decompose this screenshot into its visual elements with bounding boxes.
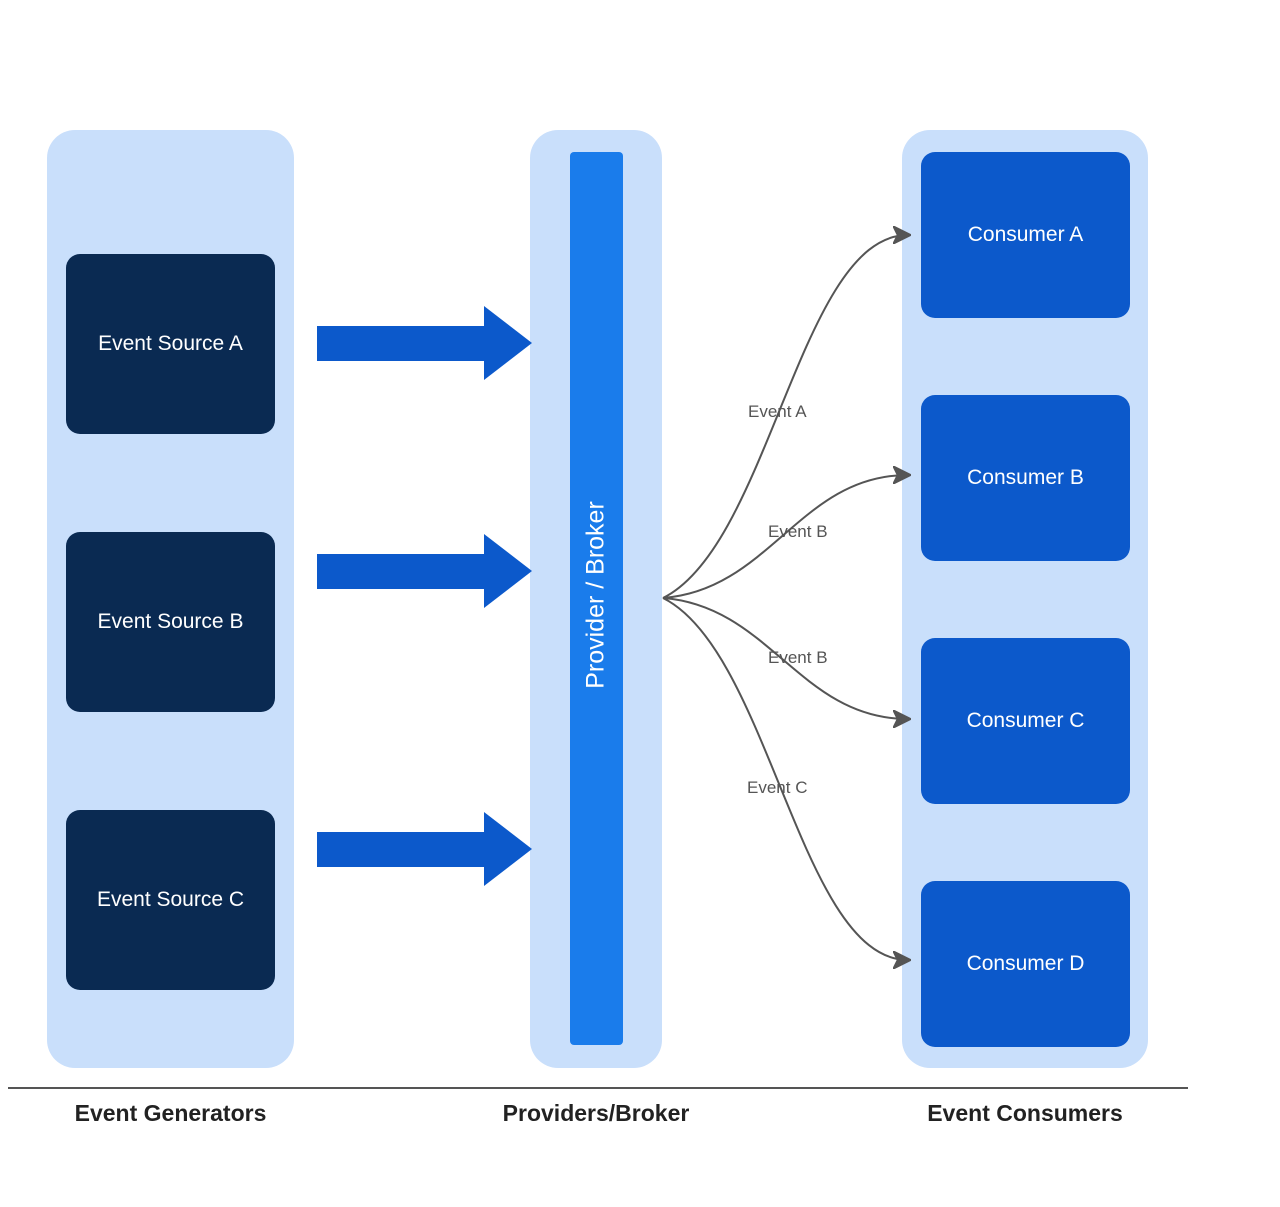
consumer-c: Consumer C (921, 638, 1130, 804)
generators-caption: Event Generators (47, 1100, 294, 1127)
consumer-label: Consumer A (968, 223, 1084, 247)
diagram-canvas: Event Source A Event Source B Event Sour… (0, 0, 1280, 1207)
route-label-a: Event A (748, 402, 807, 422)
consumers-caption: Event Consumers (902, 1100, 1148, 1127)
route-label-b1: Event B (768, 522, 828, 542)
route-label-c: Event C (747, 778, 807, 798)
broker-caption: Providers/Broker (470, 1100, 722, 1127)
consumer-b: Consumer B (921, 395, 1130, 561)
consumer-label: Consumer C (967, 709, 1085, 733)
baseline (8, 1087, 1188, 1089)
consumer-d: Consumer D (921, 881, 1130, 1047)
consumer-label: Consumer D (967, 952, 1085, 976)
consumer-a: Consumer A (921, 152, 1130, 318)
consumer-label: Consumer B (967, 466, 1084, 490)
route-label-b2: Event B (768, 648, 828, 668)
